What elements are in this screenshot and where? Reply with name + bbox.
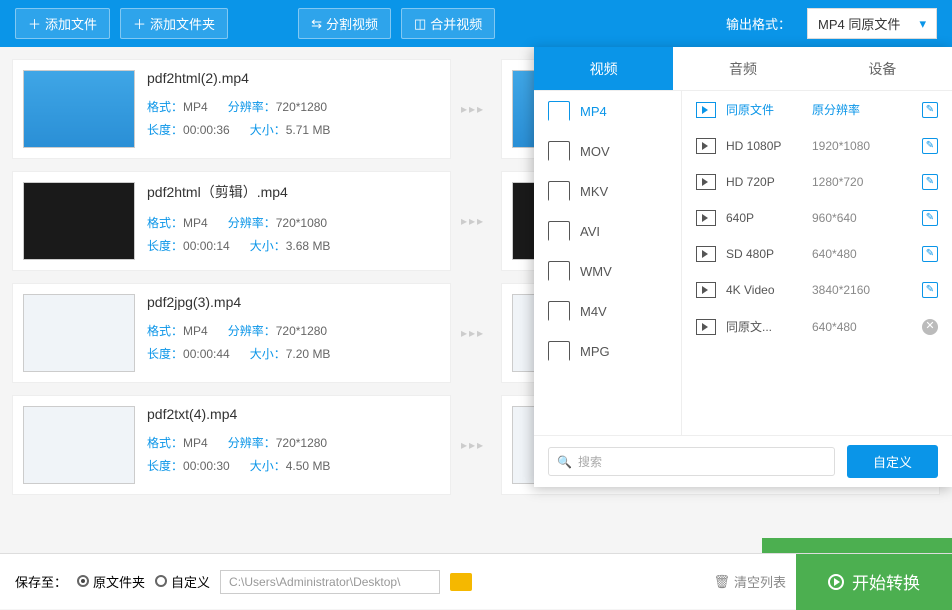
folder-icon[interactable] [450, 573, 472, 591]
format-dropdown: 视频 音频 设备 MP4MP4MOVMOVMKVMKVAVIAVIWMVWMVM… [534, 47, 952, 487]
resolution-option[interactable]: HD 720P1280*720 [682, 164, 952, 200]
edit-icon[interactable] [922, 102, 938, 118]
radio-custom[interactable]: 自定义 [155, 572, 210, 591]
format-option-wmv[interactable]: WMVWMV [534, 251, 681, 291]
add-file-button[interactable]: ＋添加文件 [15, 8, 110, 39]
thumbnail [23, 70, 135, 148]
start-convert-button[interactable]: 开始转换 [796, 554, 952, 610]
video-icon [696, 174, 716, 190]
split-video-button[interactable]: ⇆分割视频 [298, 8, 391, 39]
video-icon [696, 102, 716, 118]
chevron-down-icon: ▾ [919, 16, 926, 32]
clear-list-button[interactable]: 🗑清空列表 [713, 572, 786, 591]
format-icon: MKV [548, 181, 570, 201]
format-option-avi[interactable]: AVIAVI [534, 211, 681, 251]
edit-icon[interactable] [922, 138, 938, 154]
format-option-m4v[interactable]: M4VM4V [534, 291, 681, 331]
format-option-mp4[interactable]: MP4MP4 [534, 91, 681, 131]
custom-button[interactable]: 自定义 [847, 445, 938, 478]
convert-accent [762, 538, 952, 553]
merge-icon: ◫ [414, 16, 426, 32]
add-folder-button[interactable]: ＋添加文件夹 [120, 8, 228, 39]
edit-icon[interactable] [922, 282, 938, 298]
plus-icon: ＋ [28, 14, 41, 33]
resolution-option[interactable]: SD 480P640*480 [682, 236, 952, 272]
format-icon: MP4 [548, 101, 570, 121]
format-option-mpg[interactable]: MPGMPG [534, 331, 681, 371]
file-name: pdf2txt(4).mp4 [147, 406, 440, 422]
video-icon [696, 210, 716, 226]
top-toolbar: ＋添加文件 ＋添加文件夹 ⇆分割视频 ◫合并视频 输出格式： MP4 同原文件 … [0, 0, 952, 47]
format-icon: M4V [548, 301, 570, 321]
search-icon: 🔍 [557, 455, 572, 469]
thumbnail [23, 294, 135, 372]
format-icon: WMV [548, 261, 570, 281]
video-icon [696, 282, 716, 298]
video-icon [696, 138, 716, 154]
resolution-option[interactable]: HD 1080P1920*1080 [682, 128, 952, 164]
format-list: MP4MP4MOVMOVMKVMKVAVIAVIWMVWMVM4VM4VMPGM… [534, 91, 682, 435]
resolution-option[interactable]: 同原文...640*480✕ [682, 308, 952, 345]
format-option-mov[interactable]: MOVMOV [534, 131, 681, 171]
video-icon [696, 319, 716, 335]
file-card[interactable]: pdf2html（剪辑）.mp4 格式：MP4分辨率：720*1080 长度：0… [12, 171, 451, 271]
edit-icon[interactable] [922, 210, 938, 226]
edit-icon[interactable] [922, 174, 938, 190]
output-format-label: 输出格式： [726, 14, 791, 33]
file-card[interactable]: pdf2jpg(3).mp4 格式：MP4分辨率：720*1280 长度：00:… [12, 283, 451, 383]
file-card[interactable]: pdf2html(2).mp4 格式：MP4分辨率：720*1280 长度：00… [12, 59, 451, 159]
tab-video[interactable]: 视频 [534, 47, 673, 90]
output-format-select[interactable]: MP4 同原文件 ▾ [807, 8, 937, 39]
resolution-list: 同原文件原分辨率HD 1080P1920*1080HD 720P1280*720… [682, 91, 952, 435]
arrow-icon: ▸▸▸ [461, 283, 491, 383]
trash-icon: 🗑 [713, 574, 730, 590]
resolution-option[interactable]: 640P960*640 [682, 200, 952, 236]
resolution-option[interactable]: 同原文件原分辨率 [682, 91, 952, 128]
format-icon: MPG [548, 341, 570, 361]
output-path-input[interactable] [220, 570, 440, 594]
save-to-label: 保存至： [15, 572, 67, 591]
file-card[interactable]: pdf2txt(4).mp4 格式：MP4分辨率：720*1280 长度：00:… [12, 395, 451, 495]
plus-icon: ＋ [133, 14, 146, 33]
arrow-icon: ▸▸▸ [461, 59, 491, 159]
split-icon: ⇆ [311, 16, 322, 32]
radio-original-folder[interactable]: 原文件夹 [77, 572, 145, 591]
resolution-option[interactable]: 4K Video3840*2160 [682, 272, 952, 308]
edit-icon[interactable] [922, 246, 938, 262]
tab-audio[interactable]: 音频 [673, 47, 812, 90]
bottom-bar: 保存至： 原文件夹 自定义 🗑清空列表 开始转换 [0, 553, 952, 609]
format-icon: MOV [548, 141, 570, 161]
format-option-mkv[interactable]: MKVMKV [534, 171, 681, 211]
arrow-icon: ▸▸▸ [461, 395, 491, 495]
tab-device[interactable]: 设备 [813, 47, 952, 90]
thumbnail [23, 406, 135, 484]
merge-video-button[interactable]: ◫合并视频 [401, 8, 495, 39]
file-name: pdf2html(2).mp4 [147, 70, 440, 86]
file-name: pdf2jpg(3).mp4 [147, 294, 440, 310]
arrow-icon: ▸▸▸ [461, 171, 491, 271]
search-input[interactable]: 🔍 搜索 [548, 447, 835, 476]
dropdown-tabs: 视频 音频 设备 [534, 47, 952, 91]
format-icon: AVI [548, 221, 570, 241]
file-name: pdf2html（剪辑）.mp4 [147, 182, 440, 202]
thumbnail [23, 182, 135, 260]
play-icon [828, 574, 844, 590]
delete-icon[interactable]: ✕ [922, 319, 938, 335]
video-icon [696, 246, 716, 262]
